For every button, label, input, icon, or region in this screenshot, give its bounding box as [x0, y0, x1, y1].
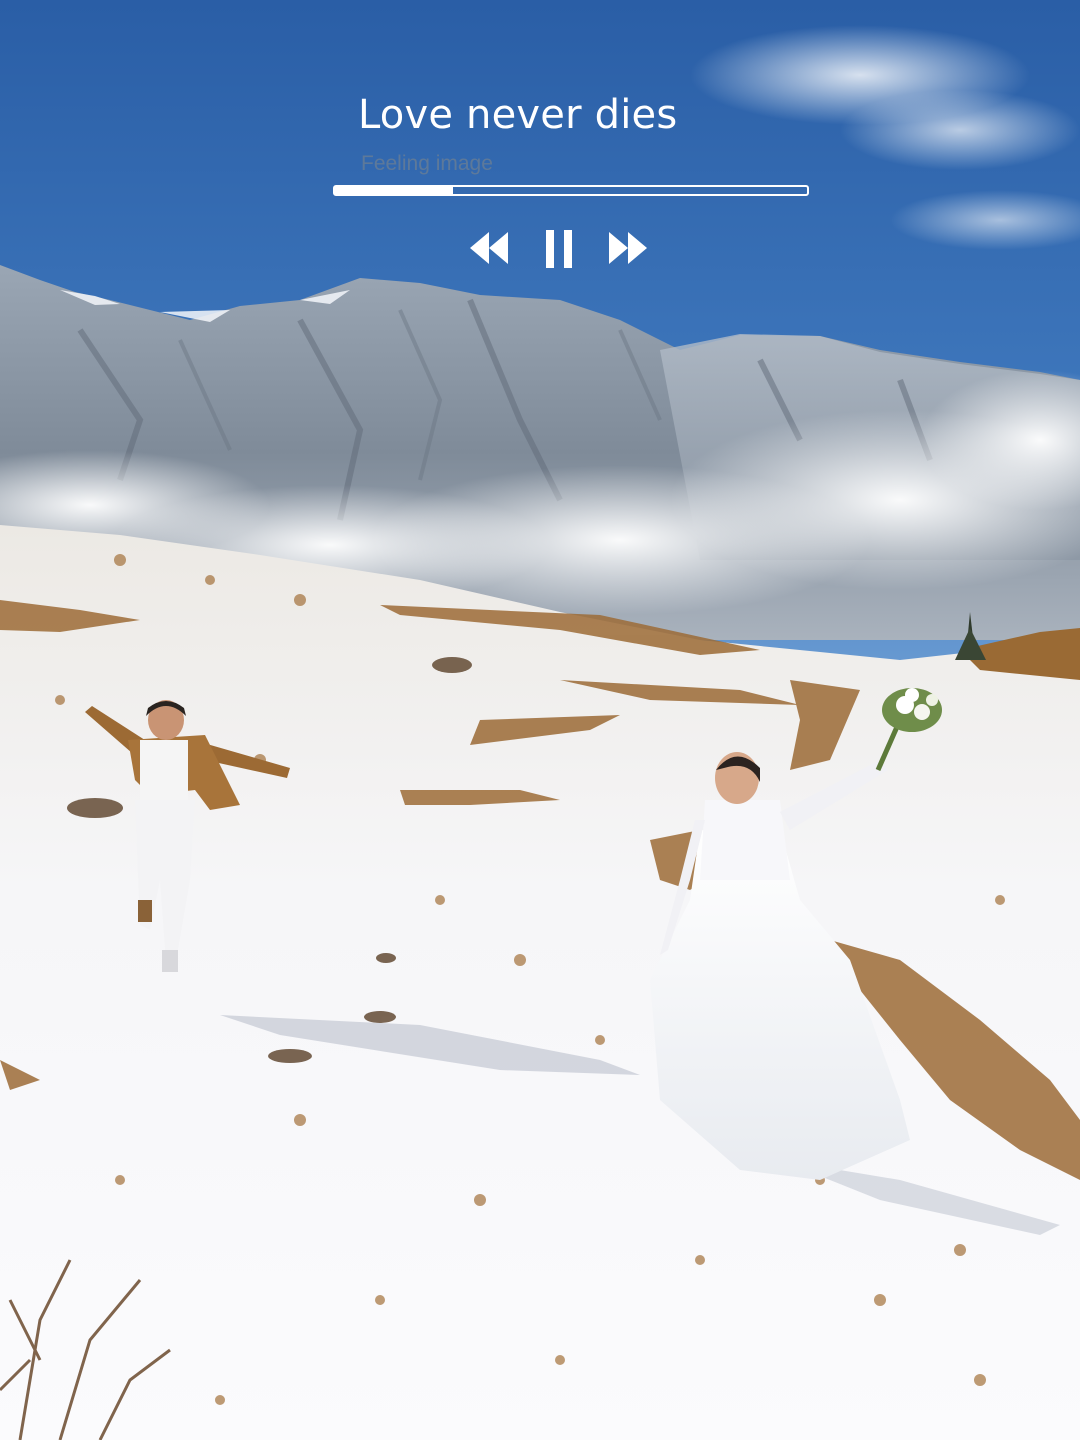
rewind-button[interactable] [468, 226, 512, 270]
fast-forward-button[interactable] [607, 226, 651, 270]
progress-bar[interactable] [333, 185, 809, 196]
pause-icon [546, 230, 572, 268]
pause-button[interactable] [544, 226, 574, 270]
rewind-icon [470, 232, 508, 264]
song-title: Love never dies [358, 92, 678, 138]
music-player-overlay: Love never dies Feeling image [0, 0, 1080, 300]
song-subtitle: Feeling image [361, 152, 493, 175]
progress-fill [335, 187, 453, 194]
fast-forward-icon [609, 232, 647, 264]
